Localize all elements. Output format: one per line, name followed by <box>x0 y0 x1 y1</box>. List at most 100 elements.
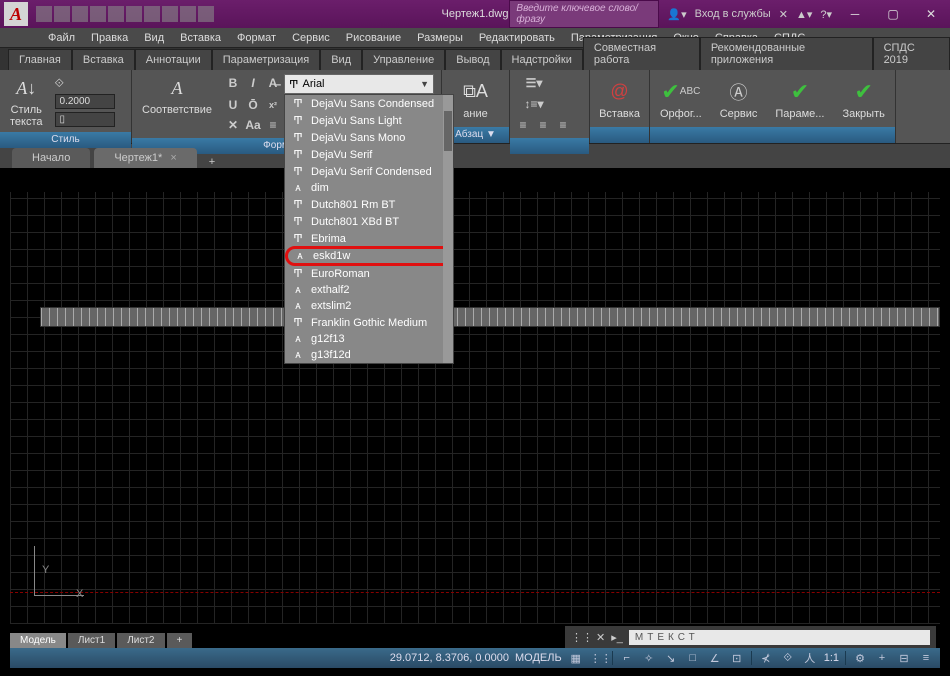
qat-icon[interactable] <box>126 6 142 22</box>
customize-icon[interactable]: ⊟ <box>896 652 912 665</box>
font-option[interactable]: ͲDejaVu Serif <box>285 146 453 163</box>
text-style-button[interactable]: A↓ Стиль текста <box>4 74 49 128</box>
gear-icon[interactable]: ⚙ <box>852 652 868 665</box>
tab-parametric[interactable]: Параметризация <box>212 49 320 70</box>
font-combo[interactable]: Ͳ Arial ▼ ͲDejaVu Sans Condensed ͲDejaVu… <box>284 74 434 94</box>
scale-value[interactable]: 1:1 <box>824 652 839 664</box>
font-option[interactable]: ͲFranklin Gothic Medium <box>285 314 453 331</box>
tab-featured[interactable]: Рекомендованные приложения <box>700 37 873 70</box>
close-editor-button[interactable]: ✔ Закрыть <box>836 78 890 120</box>
menu-insert[interactable]: Вставка <box>172 29 229 47</box>
font-option[interactable]: ͲEbrima <box>285 230 453 247</box>
spellcheck-button[interactable]: ✔ABC Орфог... <box>654 78 708 120</box>
command-text[interactable]: МТЕКСТ <box>629 630 930 645</box>
command-line[interactable]: ⋮⋮ ✕ ▸_ МТЕКСТ <box>565 626 936 648</box>
align-center-button[interactable]: ≡ <box>534 116 552 134</box>
align-left-button[interactable]: ≡ <box>514 116 532 134</box>
layout-tab-model[interactable]: Модель <box>10 633 66 648</box>
font-option[interactable]: ͲDutch801 XBd BT <box>285 213 453 230</box>
menu-edit[interactable]: Правка <box>83 29 136 47</box>
annotative-icon[interactable]: ⟐ <box>55 76 115 91</box>
font-option-highlighted[interactable]: ᴀeskd1w <box>287 248 451 264</box>
anno2-icon[interactable]: 人 <box>802 650 818 666</box>
font-option[interactable]: ͲDejaVu Sans Mono <box>285 129 453 146</box>
doc-tab-drawing[interactable]: Чертеж1*× <box>94 148 196 168</box>
menu-service[interactable]: Сервис <box>284 29 338 47</box>
qat-icon[interactable] <box>108 6 124 22</box>
font-option[interactable]: ͲDejaVu Sans Condensed <box>285 95 453 112</box>
anno-icon[interactable]: ⟐ <box>780 652 796 665</box>
qat-icon[interactable] <box>162 6 178 22</box>
qat-icon[interactable] <box>180 6 196 22</box>
login-link[interactable]: Вход в службы <box>695 8 771 20</box>
qat-icon[interactable] <box>90 6 106 22</box>
new-tab-button[interactable]: + <box>201 156 223 168</box>
justify-button[interactable]: ⧉A ание <box>456 78 496 120</box>
overline-button[interactable]: Ō <box>244 96 262 114</box>
cmd-handle-icon[interactable]: ⋮⋮ ✕ <box>571 631 605 644</box>
tab-spds[interactable]: СПДС 2019 <box>873 37 950 70</box>
mask-button[interactable]: ▯ <box>55 112 115 127</box>
insert-button[interactable]: @ Вставка <box>593 78 646 120</box>
app-logo[interactable]: A <box>4 2 28 26</box>
font-option[interactable]: ͲDutch801 Rm BT <box>285 196 453 213</box>
tab-addins[interactable]: Надстройки <box>501 49 583 70</box>
params-button[interactable]: ✔ Параме... <box>769 78 830 120</box>
stack-button[interactable]: ≡ <box>264 116 282 134</box>
align-right-button[interactable]: ≡ <box>554 116 572 134</box>
menu-draw[interactable]: Рисование <box>338 29 409 47</box>
qat-icon[interactable] <box>72 6 88 22</box>
service-button[interactable]: Ⓐ Сервис <box>714 78 764 120</box>
italic-button[interactable]: I <box>244 74 262 92</box>
app-icon[interactable]: ▲▾ <box>796 8 812 21</box>
font-option[interactable]: ᴀg13f12d <box>285 347 453 363</box>
dropdown-arrow-icon[interactable]: ▼ <box>420 79 429 89</box>
subscript-button[interactable]: x² <box>264 96 282 114</box>
minimize-button[interactable]: ─ <box>840 4 870 24</box>
polar-icon[interactable]: ✧ <box>641 652 657 665</box>
tab-manage[interactable]: Управление <box>362 49 445 70</box>
scrollbar[interactable] <box>443 95 453 363</box>
font-option[interactable]: ͲDejaVu Sans Light <box>285 112 453 129</box>
iso-icon[interactable]: ↘ <box>663 652 679 665</box>
strike-button[interactable]: A̶ <box>264 74 282 92</box>
qat-icon[interactable] <box>198 6 214 22</box>
qat-icon[interactable] <box>36 6 52 22</box>
qat-icon[interactable] <box>54 6 70 22</box>
ortho-icon[interactable]: ⌐ <box>619 652 635 664</box>
case-button[interactable]: Aa <box>244 116 262 134</box>
osnap-icon[interactable]: □ <box>685 652 701 664</box>
drawing-area[interactable]: Y X <box>10 192 940 624</box>
bold-button[interactable]: B <box>224 74 242 92</box>
model-toggle[interactable]: МОДЕЛЬ <box>515 652 562 664</box>
menu-dimensions[interactable]: Размеры <box>409 29 471 47</box>
text-height-input[interactable] <box>55 94 115 109</box>
close-button[interactable]: ✕ <box>916 4 946 24</box>
linespace-button[interactable]: ↕≡▾ <box>514 95 554 113</box>
menu-file[interactable]: Файл <box>40 29 83 47</box>
snap-icon[interactable]: ⋮⋮ <box>590 652 606 665</box>
tab-annotate[interactable]: Аннотации <box>135 49 212 70</box>
new-layout-button[interactable]: + <box>167 633 193 648</box>
clear-button[interactable]: ✕ <box>224 116 242 134</box>
maximize-button[interactable]: ▢ <box>878 4 908 24</box>
lwt-icon[interactable]: ∠ <box>707 652 723 665</box>
user-icon[interactable]: 👤▾ <box>667 8 686 21</box>
menu-format[interactable]: Формат <box>229 29 284 47</box>
close-icon[interactable]: × <box>170 152 176 164</box>
help-icon[interactable]: ?▾ <box>820 8 832 21</box>
menu-modify[interactable]: Редактировать <box>471 29 563 47</box>
font-option[interactable]: ᴀexthalf2 <box>285 282 453 298</box>
font-option[interactable]: ͲEuroRoman <box>285 265 453 282</box>
font-option[interactable]: ͲDejaVu Serif Condensed <box>285 163 453 180</box>
plus-icon[interactable]: + <box>874 652 890 664</box>
tab-insert[interactable]: Вставка <box>72 49 135 70</box>
tab-output[interactable]: Вывод <box>445 49 500 70</box>
scale-icon[interactable]: ⊀ <box>758 652 774 665</box>
menu-view[interactable]: Вид <box>136 29 172 47</box>
layout-tab-sheet1[interactable]: Лист1 <box>68 633 115 648</box>
layout-tab-sheet2[interactable]: Лист2 <box>117 633 164 648</box>
grid-toggle-icon[interactable]: ▦ <box>568 652 584 665</box>
tr-icon[interactable]: ⊡ <box>729 652 745 665</box>
menu-icon[interactable]: ≡ <box>918 652 934 664</box>
